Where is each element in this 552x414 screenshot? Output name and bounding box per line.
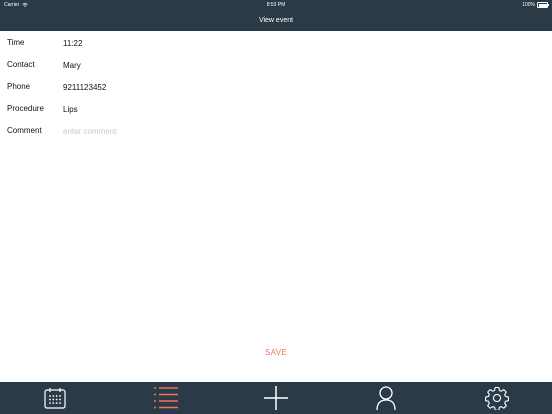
time-row[interactable]: Time 11:22: [0, 31, 552, 51]
tab-calendar[interactable]: [0, 382, 110, 414]
tab-bar: [0, 382, 552, 414]
comment-row: Comment: [0, 119, 552, 139]
person-icon: [376, 386, 397, 411]
contact-value[interactable]: Mary: [63, 61, 81, 70]
navigation-bar: View event: [0, 10, 552, 31]
comment-input[interactable]: [63, 127, 363, 136]
phone-label: Phone: [7, 82, 31, 91]
comment-label: Comment: [7, 126, 42, 135]
procedure-row[interactable]: Procedure Lips: [0, 97, 552, 117]
tab-list[interactable]: [110, 382, 220, 414]
calendar-icon: [44, 388, 66, 409]
status-time: 8:53 PM: [266, 2, 286, 8]
phone-value[interactable]: 9211123452: [63, 83, 106, 92]
time-label: Time: [7, 38, 25, 47]
procedure-label: Procedure: [7, 104, 44, 113]
battery-icon: [537, 2, 549, 8]
phone-row[interactable]: Phone 9211123452: [0, 75, 552, 95]
battery-percent: 100%: [522, 2, 535, 8]
status-bar: Carrier 8:53 PM 100%: [0, 0, 552, 10]
contact-row[interactable]: Contact Mary: [0, 53, 552, 73]
gear-icon: [484, 386, 509, 410]
contact-label: Contact: [7, 60, 35, 69]
time-value[interactable]: 11:22: [63, 39, 82, 48]
tab-settings[interactable]: [442, 382, 552, 414]
battery-indicator: 100%: [522, 2, 549, 8]
procedure-value[interactable]: Lips: [63, 105, 78, 114]
battery-fill: [538, 3, 547, 7]
plus-icon: [264, 386, 289, 410]
page-title: View event: [258, 17, 294, 24]
tab-add[interactable]: [221, 382, 331, 414]
save-button[interactable]: SAVE: [0, 348, 552, 357]
tab-contacts[interactable]: [331, 382, 441, 414]
list-icon: [153, 387, 178, 409]
